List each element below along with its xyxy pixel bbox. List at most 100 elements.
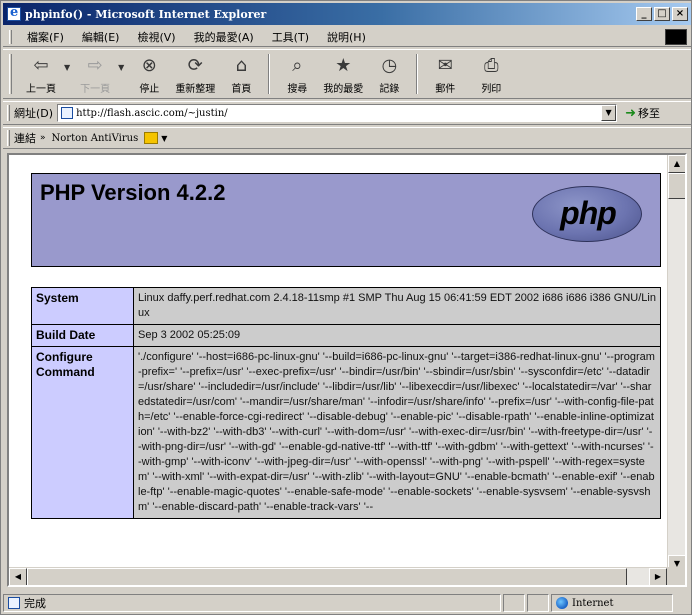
back-arrow-icon: ⇦ (33, 55, 49, 76)
table-key: Build Date (31, 324, 134, 347)
title-bar[interactable]: phpinfo() - Microsoft Internet Explorer … (3, 3, 691, 25)
scroll-up-icon[interactable]: ▲ (668, 155, 685, 173)
ie-icon (7, 5, 21, 21)
favorites-label: 我的最愛 (323, 83, 364, 95)
status-pane (527, 594, 549, 612)
vertical-scroll-thumb[interactable] (668, 173, 685, 199)
links-label: 連結 (14, 132, 36, 145)
table-key: Configure Command (31, 346, 134, 519)
php-info-table: System Linux daffy.perf.redhat.com 2.4.1… (31, 287, 661, 519)
back-button[interactable]: ⇦ 上一頁 (18, 51, 64, 97)
links-bar: 連結 » Norton AntiVirus ▼ (3, 127, 691, 149)
page-viewport: PHP Version 4.2.2 php System Linux daffy… (9, 155, 667, 573)
stop-button[interactable]: ⊗ 停止 (126, 51, 172, 97)
status-bar: 完成 Internet (3, 593, 691, 613)
php-version-title: PHP Version 4.2.2 (40, 180, 226, 205)
scroll-right-icon[interactable]: ▶ (649, 568, 667, 585)
table-row: Build Date Sep 3 2002 05:25:09 (31, 324, 661, 347)
internet-globe-icon (556, 597, 568, 609)
forward-arrow-icon: ⇨ (87, 55, 103, 76)
go-arrow-icon: ➜ (625, 105, 636, 121)
menu-favorites[interactable]: 我的最愛(A) (185, 29, 263, 45)
print-icon: ⎙ (484, 55, 499, 76)
menu-view[interactable]: 檢視(V) (128, 29, 184, 45)
window-title: phpinfo() - Microsoft Internet Explorer (25, 7, 267, 21)
print-label: 列印 (481, 83, 502, 95)
browser-window: phpinfo() - Microsoft Internet Explorer … (0, 0, 692, 615)
vertical-scrollbar[interactable]: ▲ ▼ (667, 155, 685, 573)
toolbar-separator (268, 54, 271, 94)
table-value: Linux daffy.perf.redhat.com 2.4.18-11smp… (133, 287, 661, 325)
back-dropdown-icon[interactable]: ▼ (64, 63, 70, 72)
scroll-left-icon[interactable]: ◀ (9, 568, 27, 585)
history-label: 記錄 (379, 83, 400, 95)
forward-dropdown-icon[interactable]: ▼ (118, 63, 124, 72)
menu-edit[interactable]: 編輯(E) (73, 29, 129, 45)
php-logo[interactable]: php (532, 186, 642, 242)
mail-icon: ✉ (437, 55, 453, 76)
history-button[interactable]: ◷ 記錄 (366, 51, 412, 97)
table-key: System (31, 287, 134, 325)
minimize-button[interactable]: _ (636, 7, 652, 21)
refresh-label: 重新整理 (175, 83, 216, 95)
scrollbar-corner (667, 567, 685, 585)
standard-toolbar: ⇦ 上一頁 ▼ ⇨ 下一頁 ▼ ⊗ 停止 ⟳ 重新整理 ⌂ 首頁 ⌕ 搜尋 ★ … (3, 49, 691, 99)
horizontal-scroll-thumb[interactable] (27, 568, 627, 585)
favorites-button[interactable]: ★ 我的最愛 (320, 51, 366, 97)
toolbar-separator (416, 54, 419, 94)
page-content: PHP Version 4.2.2 php System Linux daffy… (7, 153, 687, 587)
table-value: './configure' '--host=i686-pc-linux-gnu'… (133, 346, 661, 519)
home-label: 首頁 (231, 83, 252, 95)
history-icon: ◷ (381, 55, 398, 76)
php-logo-text: php (560, 195, 617, 231)
table-row: System Linux daffy.perf.redhat.com 2.4.1… (31, 287, 661, 325)
menu-file[interactable]: 檔案(F) (18, 29, 73, 45)
close-button[interactable]: × (672, 7, 688, 21)
print-button[interactable]: ⎙ 列印 (468, 51, 514, 97)
page-status-icon (8, 597, 20, 609)
horizontal-scrollbar[interactable]: ◀ ▶ (9, 567, 667, 585)
window-controls: _ □ × (636, 7, 688, 21)
mail-label: 郵件 (435, 83, 456, 95)
menu-help[interactable]: 說明(H) (318, 29, 375, 45)
status-text-pane: 完成 (3, 594, 501, 612)
back-label: 上一頁 (26, 83, 56, 95)
address-input[interactable] (76, 107, 597, 119)
php-version-header: PHP Version 4.2.2 php (31, 173, 661, 267)
address-bar: 網址(D) ▼ ➜ 移至 (3, 101, 691, 125)
address-label: 網址(D) (14, 107, 54, 120)
refresh-icon: ⟳ (187, 55, 203, 76)
home-icon: ⌂ (235, 55, 248, 76)
table-row: Configure Command './configure' '--host=… (31, 346, 661, 519)
menu-tools[interactable]: 工具(T) (263, 29, 318, 45)
search-icon: ⌕ (292, 55, 303, 76)
forward-button[interactable]: ⇨ 下一頁 (72, 51, 118, 97)
norton-antivirus-link[interactable]: Norton AntiVirus (52, 133, 139, 144)
page-icon (61, 107, 74, 119)
search-button[interactable]: ⌕ 搜尋 (274, 51, 320, 97)
favorites-icon: ★ (335, 55, 352, 76)
mail-button[interactable]: ✉ 郵件 (422, 51, 468, 97)
menu-grip[interactable] (9, 29, 12, 44)
links-chevron-icon[interactable]: » (40, 133, 46, 143)
status-pane (503, 594, 525, 612)
home-button[interactable]: ⌂ 首頁 (218, 51, 264, 97)
norton-icon[interactable] (144, 132, 159, 144)
norton-dropdown-icon[interactable]: ▼ (161, 134, 167, 143)
toolbar-grip[interactable] (9, 54, 12, 94)
go-button[interactable]: ➜ 移至 (625, 105, 660, 121)
table-value: Sep 3 2002 05:25:09 (133, 324, 661, 347)
forward-label: 下一頁 (80, 83, 111, 95)
address-field[interactable]: ▼ (57, 104, 618, 122)
zone-label: Internet (572, 597, 614, 609)
menu-bar: 檔案(F) 編輯(E) 檢視(V) 我的最愛(A) 工具(T) 說明(H) (3, 27, 691, 47)
refresh-button[interactable]: ⟳ 重新整理 (172, 51, 218, 97)
status-text: 完成 (24, 597, 46, 610)
maximize-button[interactable]: □ (654, 7, 670, 21)
address-dropdown-icon[interactable]: ▼ (601, 105, 617, 121)
go-label: 移至 (637, 107, 660, 120)
links-grip[interactable] (7, 130, 10, 146)
security-zone-pane: Internet (551, 594, 673, 612)
stop-label: 停止 (139, 83, 160, 95)
address-grip[interactable] (7, 105, 10, 121)
